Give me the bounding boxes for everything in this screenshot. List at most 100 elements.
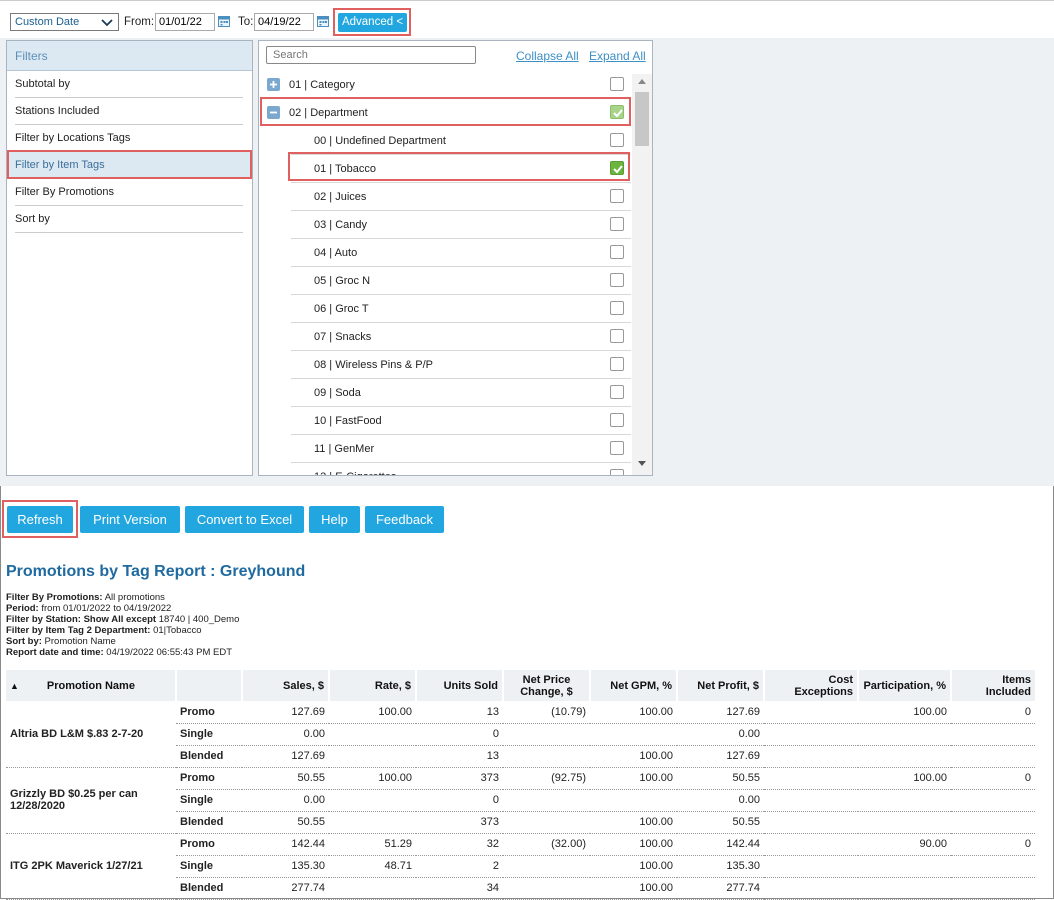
filter-item-subtotal-by[interactable]: Subtotal by [15,71,243,98]
column-header-net-gpm[interactable]: Net GPM, % [590,670,678,701]
cell-gpm: 100.00 [590,877,677,900]
cell-sales: 142.44 [242,833,329,856]
tree-item[interactable]: 08 | Wireless Pins & P/P [291,351,631,379]
tree-item[interactable]: 09 | Soda [291,379,631,407]
to-date-input[interactable] [254,13,314,31]
column-header-units-sold[interactable]: Units Sold [416,670,504,701]
help-button[interactable]: Help [309,506,360,533]
tree-scroll-thumb[interactable] [635,92,649,146]
tree-item[interactable]: 07 | Snacks [291,323,631,351]
cell-profit: 0.00 [677,723,764,746]
tree-item-label: 03 | Candy [314,219,368,231]
cell-gpm [590,723,677,746]
cell-gpm: 100.00 [590,745,677,768]
tree-checkbox[interactable] [610,301,624,315]
table-row: Altria BD L&M $.83 2-7-20 Promo 127.69 100.… [6,701,1035,768]
tree-checkbox[interactable] [610,133,624,147]
cell-rate [329,789,416,812]
tree-checkbox[interactable] [610,413,624,427]
tree-checkbox[interactable] [610,245,624,259]
advanced-toggle-button[interactable]: Advanced < [338,13,407,32]
cell-part [858,745,951,768]
cell-profit: 50.55 [677,767,764,790]
column-header-items-included[interactable]: Items Included [951,670,1035,701]
tree-group-category[interactable]: 01 | Category [259,71,631,99]
report-meta-line: Report date and time: 04/19/2022 06:55:4… [6,647,232,658]
cell-cost [764,855,858,878]
column-header-promotion-name[interactable]: ▲ Promotion Name [6,670,177,701]
cell-gpm: 100.00 [590,701,677,724]
filter-item-stations-included[interactable]: Stations Included [15,98,243,125]
from-label: From: [124,16,155,28]
print-version-button[interactable]: Print Version [80,506,180,533]
calendar-icon[interactable] [316,14,330,28]
row-type-cell: Promo [176,701,242,724]
from-date-input[interactable] [155,13,215,31]
tree-item[interactable]: 12 | E-Cigarettes [291,463,631,475]
date-range-select[interactable]: Custom Date [10,13,119,31]
filters-panel: Filters Subtotal by Stations Included Fi… [6,40,253,476]
column-header-net-price-change[interactable]: Net Price Change, $ [503,670,591,701]
tree-item-label: 06 | Groc T [314,303,369,315]
tree-checkbox[interactable] [610,329,624,343]
tree-item[interactable]: 02 | Juices [291,183,631,211]
tree-checkbox[interactable] [610,217,624,231]
tree-item[interactable]: 06 | Groc T [291,295,631,323]
cell-rate: 48.71 [329,855,416,878]
tree-item[interactable]: 04 | Auto [291,239,631,267]
expand-plus-icon[interactable] [267,78,280,91]
filter-item-sort-by[interactable]: Sort by [15,206,243,233]
tree-item[interactable]: 11 | GenMer [291,435,631,463]
tree-checkbox[interactable] [610,77,624,91]
tree-group-label: 01 | Category [289,79,355,91]
cell-rate [329,723,416,746]
cell-units: 34 [416,877,503,900]
column-header-net-profit[interactable]: Net Profit, $ [677,670,765,701]
cell-cost [764,723,858,746]
column-header-rate[interactable]: Rate, $ [329,670,417,701]
tree-checkbox[interactable] [610,189,624,203]
tree-checkbox[interactable] [610,469,624,475]
collapse-all-link[interactable]: Collapse All [516,49,579,63]
chevron-down-icon [101,19,113,27]
cell-cost [764,833,858,856]
scroll-up-icon[interactable] [638,79,646,84]
column-header-cost-exceptions[interactable]: Cost Exceptions [764,670,859,701]
tree-item[interactable]: 05 | Groc N [291,267,631,295]
scroll-down-icon[interactable] [638,461,646,466]
cell-sales: 127.69 [242,701,329,724]
cell-part [858,855,951,878]
cell-part [858,789,951,812]
sort-asc-icon[interactable]: ▲ [10,681,19,691]
cell-sales: 277.74 [242,877,329,900]
row-type-cell: Blended [176,745,242,768]
tree-checkbox[interactable] [610,385,624,399]
feedback-button[interactable]: Feedback [365,506,444,533]
tree-search-input[interactable] [266,46,476,64]
column-header-participation[interactable]: Participation, % [858,670,952,701]
tree-checkbox[interactable] [610,441,624,455]
expand-all-link[interactable]: Expand All [589,49,646,63]
cell-items [951,877,1035,900]
tree-item[interactable]: 00 | Undefined Department [291,127,631,155]
tree-checkbox[interactable] [610,273,624,287]
cell-items: 0 [951,767,1035,790]
convert-to-excel-button[interactable]: Convert to Excel [185,506,304,533]
cell-npc: (10.79) [503,701,590,724]
promotion-name-cell: Altria BD L&M $.83 2-7-20 [6,701,176,768]
filter-item-promotions[interactable]: Filter By Promotions [15,179,243,206]
filter-item-locations-tags[interactable]: Filter by Locations Tags [15,125,243,152]
tree-checkbox[interactable] [610,357,624,371]
row-type-cell: Promo [176,833,242,856]
tree-item[interactable]: 03 | Candy [291,211,631,239]
tree-item[interactable]: 10 | FastFood [291,407,631,435]
column-header-sales[interactable]: Sales, $ [242,670,330,701]
calendar-icon[interactable] [217,14,231,28]
cell-gpm: 100.00 [590,855,677,878]
cell-npc [503,855,590,878]
cell-profit: 0.00 [677,789,764,812]
report-meta-line: Filter by Item Tag 2 Department: 01|Toba… [6,625,202,636]
row-type-cell: Single [176,789,242,812]
refresh-button[interactable]: Refresh [7,506,73,533]
cell-rate [329,811,416,834]
